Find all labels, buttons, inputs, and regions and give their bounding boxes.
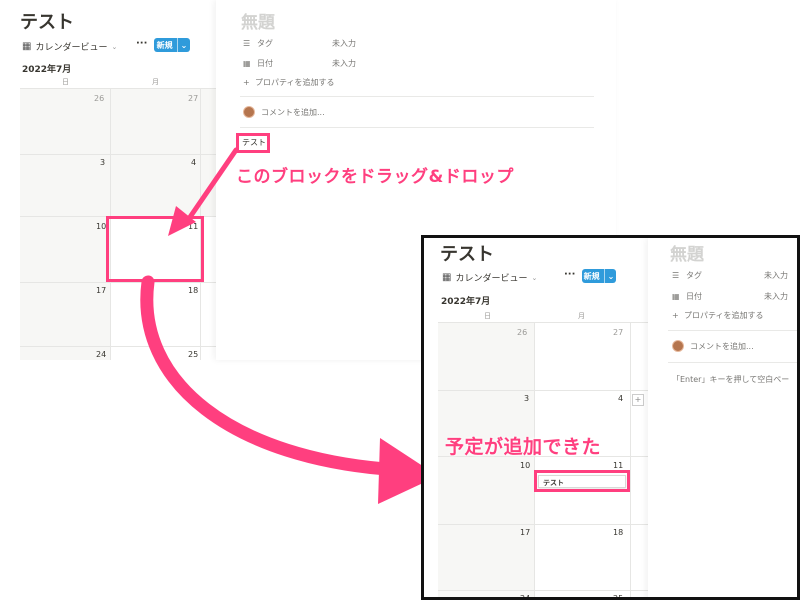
- avatar: [672, 340, 684, 352]
- calendar-grid: 26 27 3 4 10 11 17 18 24 25 + テスト: [438, 322, 648, 600]
- add-property-button[interactable]: + プロパティを追加する: [672, 310, 764, 321]
- weekday-sun: 日: [484, 312, 491, 320]
- arrow-curved: [140, 275, 438, 504]
- arrow-short: [168, 147, 239, 236]
- day-number: 25: [613, 594, 624, 600]
- property-date[interactable]: ▦ 日付: [672, 291, 702, 302]
- comment-input[interactable]: コメントを追加...: [672, 340, 754, 352]
- property-value[interactable]: 未入力: [764, 291, 788, 302]
- calendar-icon: ▦: [442, 272, 452, 283]
- view-switcher[interactable]: ▦ カレンダービュー ⌄: [442, 271, 537, 284]
- weekday-mon: 月: [578, 312, 585, 320]
- more-button[interactable]: ···: [564, 269, 575, 280]
- new-button[interactable]: 新規 ⌄: [582, 269, 616, 283]
- property-value[interactable]: 未入力: [764, 270, 788, 281]
- view-label: カレンダービュー: [455, 274, 528, 284]
- day-number: 11: [613, 461, 624, 470]
- day-number: 24: [520, 594, 531, 600]
- new-button-label: 新規: [583, 271, 600, 281]
- list-icon: ☰: [672, 271, 680, 280]
- day-number: 3: [524, 394, 530, 403]
- plus-icon: +: [672, 311, 679, 320]
- divider: [668, 362, 797, 363]
- day-number: 10: [520, 461, 531, 470]
- page-title: テスト: [440, 244, 494, 265]
- event-highlight: [534, 470, 630, 492]
- divider: [668, 330, 797, 331]
- empty-page-hint: 「Enter」キーを押して空白ペー: [672, 375, 790, 384]
- day-number: 17: [520, 528, 531, 537]
- add-event-plus-icon[interactable]: +: [632, 394, 644, 406]
- day-number: 27: [613, 328, 624, 337]
- month-label: 2022年7月: [441, 297, 491, 307]
- chevron-down-icon[interactable]: ⌄: [603, 269, 614, 283]
- day-number: 18: [613, 528, 624, 537]
- page-side-panel: 無題 ☰ タグ 未入力 ▦ 日付 未入力 + プロパティを追加する コメントを追…: [648, 238, 797, 597]
- day-number: 4: [618, 394, 624, 403]
- result-screenshot: テスト ▦ カレンダービュー ⌄ ··· 新規 ⌄ 2022年7月 日 月 26…: [421, 235, 800, 600]
- calendar-icon: ▦: [672, 292, 680, 301]
- day-number: 26: [517, 328, 528, 337]
- property-tag[interactable]: ☰ タグ: [672, 270, 702, 281]
- chevron-down-icon: ⌄: [531, 273, 538, 282]
- page-title-placeholder[interactable]: 無題: [670, 240, 704, 265]
- result-annotation: 予定が追加できた: [445, 436, 602, 458]
